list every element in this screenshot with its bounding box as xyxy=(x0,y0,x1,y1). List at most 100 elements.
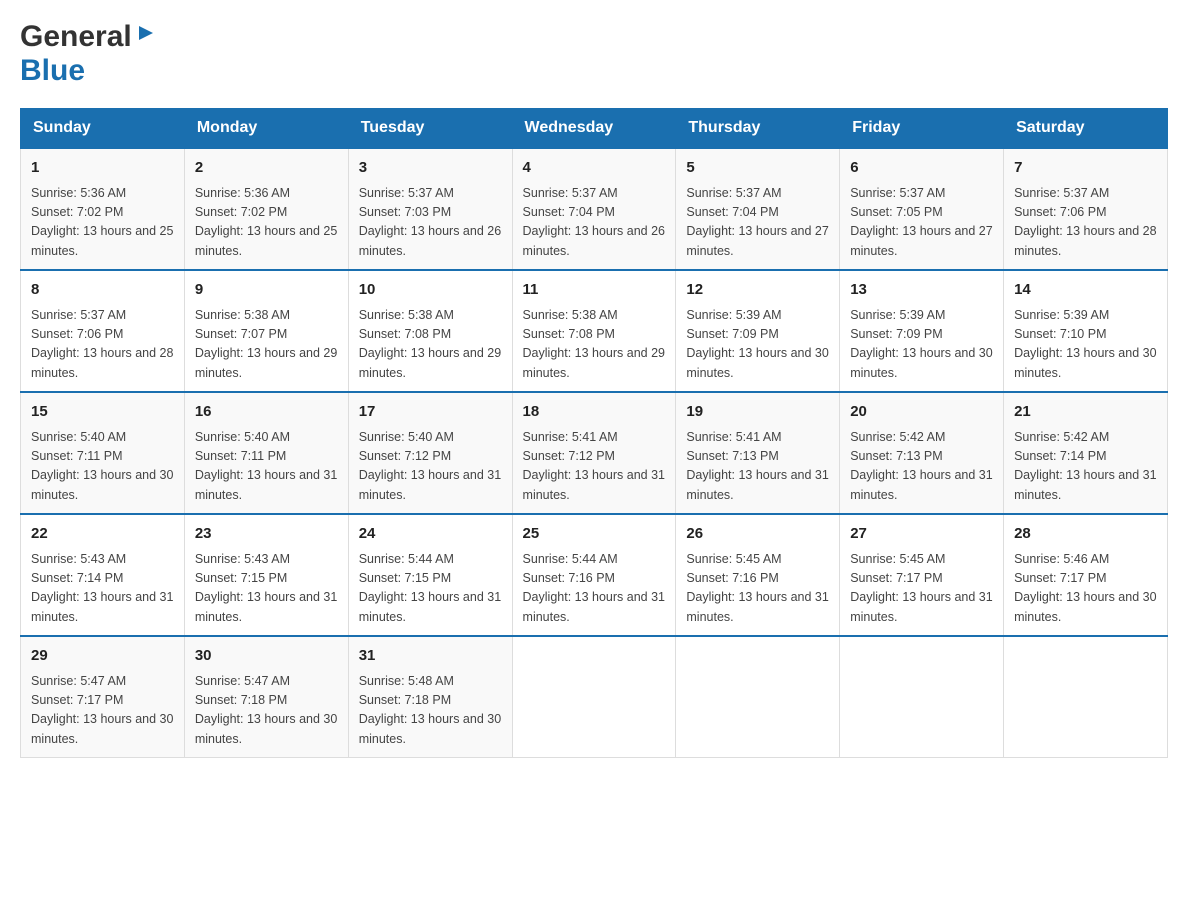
calendar-cell: 19 Sunrise: 5:41 AMSunset: 7:13 PMDayligh… xyxy=(676,392,840,514)
calendar-cell: 24 Sunrise: 5:44 AMSunset: 7:15 PMDayligh… xyxy=(348,514,512,636)
day-number: 3 xyxy=(359,157,502,180)
day-number: 20 xyxy=(850,401,993,424)
calendar-cell xyxy=(1004,636,1168,758)
day-number: 15 xyxy=(31,401,174,424)
day-info: Sunrise: 5:37 AMSunset: 7:04 PMDaylight:… xyxy=(523,184,666,262)
day-info: Sunrise: 5:36 AMSunset: 7:02 PMDaylight:… xyxy=(195,184,338,262)
day-info: Sunrise: 5:40 AMSunset: 7:11 PMDaylight:… xyxy=(31,428,174,506)
day-info: Sunrise: 5:41 AMSunset: 7:12 PMDaylight:… xyxy=(523,428,666,506)
calendar-cell: 2Sunrise: 5:36 AMSunset: 7:02 PMDaylight… xyxy=(184,148,348,270)
day-number: 17 xyxy=(359,401,502,424)
calendar-cell: 23 Sunrise: 5:43 AMSunset: 7:15 PMDayligh… xyxy=(184,514,348,636)
column-header-monday: Monday xyxy=(184,109,348,149)
day-number: 28 xyxy=(1014,523,1157,546)
day-number: 9 xyxy=(195,279,338,302)
day-info: Sunrise: 5:37 AMSunset: 7:06 PMDaylight:… xyxy=(1014,184,1157,262)
calendar-cell: 21 Sunrise: 5:42 AMSunset: 7:14 PMDayligh… xyxy=(1004,392,1168,514)
calendar-body: 1 Sunrise: 5:36 AMSunset: 7:02 PMDaylight… xyxy=(21,148,1168,758)
calendar-cell: 29 Sunrise: 5:47 AMSunset: 7:17 PMDayligh… xyxy=(21,636,185,758)
day-info: Sunrise: 5:46 AMSunset: 7:17 PMDaylight:… xyxy=(1014,550,1157,628)
day-info: Sunrise: 5:39 AMSunset: 7:09 PMDaylight:… xyxy=(850,306,993,384)
calendar-cell: 27 Sunrise: 5:45 AMSunset: 7:17 PMDayligh… xyxy=(840,514,1004,636)
calendar-cell: 7 Sunrise: 5:37 AMSunset: 7:06 PMDaylight… xyxy=(1004,148,1168,270)
column-header-sunday: Sunday xyxy=(21,109,185,149)
day-info: Sunrise: 5:39 AMSunset: 7:09 PMDaylight:… xyxy=(686,306,829,384)
column-header-friday: Friday xyxy=(840,109,1004,149)
day-info: Sunrise: 5:42 AMSunset: 7:14 PMDaylight:… xyxy=(1014,428,1157,506)
day-number: 10 xyxy=(359,279,502,302)
day-info: Sunrise: 5:38 AMSunset: 7:08 PMDaylight:… xyxy=(359,306,502,384)
day-number: 21 xyxy=(1014,401,1157,424)
day-info: Sunrise: 5:47 AMSunset: 7:18 PMDaylight:… xyxy=(195,672,338,750)
day-info: Sunrise: 5:43 AMSunset: 7:15 PMDaylight:… xyxy=(195,550,338,628)
week-row-1: 1 Sunrise: 5:36 AMSunset: 7:02 PMDaylight… xyxy=(21,148,1168,270)
calendar-cell: 18 Sunrise: 5:41 AMSunset: 7:12 PMDayligh… xyxy=(512,392,676,514)
day-number: 4 xyxy=(523,157,666,180)
day-number: 24 xyxy=(359,523,502,546)
logo-arrow-icon xyxy=(135,22,157,49)
day-number: 6 xyxy=(850,157,993,180)
day-info: Sunrise: 5:45 AMSunset: 7:16 PMDaylight:… xyxy=(686,550,829,628)
day-info: Sunrise: 5:37 AMSunset: 7:06 PMDaylight:… xyxy=(31,306,174,384)
calendar-cell: 11Sunrise: 5:38 AMSunset: 7:08 PMDayligh… xyxy=(512,270,676,392)
day-info: Sunrise: 5:38 AMSunset: 7:07 PMDaylight:… xyxy=(195,306,338,384)
day-number: 12 xyxy=(686,279,829,302)
week-row-5: 29 Sunrise: 5:47 AMSunset: 7:17 PMDayligh… xyxy=(21,636,1168,758)
calendar-cell xyxy=(512,636,676,758)
day-info: Sunrise: 5:37 AMSunset: 7:03 PMDaylight:… xyxy=(359,184,502,262)
day-number: 7 xyxy=(1014,157,1157,180)
logo: General Blue xyxy=(20,20,157,88)
day-number: 18 xyxy=(523,401,666,424)
day-number: 26 xyxy=(686,523,829,546)
day-number: 27 xyxy=(850,523,993,546)
day-number: 1 xyxy=(31,157,174,180)
calendar-header: SundayMondayTuesdayWednesdayThursdayFrid… xyxy=(21,109,1168,149)
week-row-2: 8Sunrise: 5:37 AMSunset: 7:06 PMDaylight… xyxy=(21,270,1168,392)
week-row-3: 15 Sunrise: 5:40 AMSunset: 7:11 PMDayligh… xyxy=(21,392,1168,514)
day-info: Sunrise: 5:38 AMSunset: 7:08 PMDaylight:… xyxy=(523,306,666,384)
day-info: Sunrise: 5:48 AMSunset: 7:18 PMDaylight:… xyxy=(359,672,502,750)
logo-general-text: General xyxy=(20,20,132,54)
logo-blue-text: Blue xyxy=(20,54,85,87)
calendar-cell: 17 Sunrise: 5:40 AMSunset: 7:12 PMDayligh… xyxy=(348,392,512,514)
day-number: 25 xyxy=(523,523,666,546)
day-info: Sunrise: 5:44 AMSunset: 7:16 PMDaylight:… xyxy=(523,550,666,628)
day-info: Sunrise: 5:45 AMSunset: 7:17 PMDaylight:… xyxy=(850,550,993,628)
calendar-cell: 31 Sunrise: 5:48 AMSunset: 7:18 PMDayligh… xyxy=(348,636,512,758)
calendar-cell: 9 Sunrise: 5:38 AMSunset: 7:07 PMDaylight… xyxy=(184,270,348,392)
day-info: Sunrise: 5:41 AMSunset: 7:13 PMDaylight:… xyxy=(686,428,829,506)
calendar-cell: 4 Sunrise: 5:37 AMSunset: 7:04 PMDaylight… xyxy=(512,148,676,270)
calendar-cell: 15 Sunrise: 5:40 AMSunset: 7:11 PMDayligh… xyxy=(21,392,185,514)
day-number: 30 xyxy=(195,645,338,668)
day-info: Sunrise: 5:36 AMSunset: 7:02 PMDaylight:… xyxy=(31,184,174,262)
week-row-4: 22Sunrise: 5:43 AMSunset: 7:14 PMDayligh… xyxy=(21,514,1168,636)
calendar-cell: 30 Sunrise: 5:47 AMSunset: 7:18 PMDayligh… xyxy=(184,636,348,758)
calendar-cell: 26 Sunrise: 5:45 AMSunset: 7:16 PMDayligh… xyxy=(676,514,840,636)
calendar-table: SundayMondayTuesdayWednesdayThursdayFrid… xyxy=(20,108,1168,758)
calendar-cell: 16Sunrise: 5:40 AMSunset: 7:11 PMDayligh… xyxy=(184,392,348,514)
column-header-thursday: Thursday xyxy=(676,109,840,149)
day-number: 13 xyxy=(850,279,993,302)
day-info: Sunrise: 5:44 AMSunset: 7:15 PMDaylight:… xyxy=(359,550,502,628)
day-info: Sunrise: 5:39 AMSunset: 7:10 PMDaylight:… xyxy=(1014,306,1157,384)
day-info: Sunrise: 5:47 AMSunset: 7:17 PMDaylight:… xyxy=(31,672,174,750)
calendar-cell: 13 Sunrise: 5:39 AMSunset: 7:09 PMDayligh… xyxy=(840,270,1004,392)
calendar-cell: 8Sunrise: 5:37 AMSunset: 7:06 PMDaylight… xyxy=(21,270,185,392)
calendar-cell: 12 Sunrise: 5:39 AMSunset: 7:09 PMDayligh… xyxy=(676,270,840,392)
calendar-cell: 3 Sunrise: 5:37 AMSunset: 7:03 PMDaylight… xyxy=(348,148,512,270)
day-info: Sunrise: 5:37 AMSunset: 7:04 PMDaylight:… xyxy=(686,184,829,262)
day-number: 23 xyxy=(195,523,338,546)
day-info: Sunrise: 5:37 AMSunset: 7:05 PMDaylight:… xyxy=(850,184,993,262)
day-info: Sunrise: 5:40 AMSunset: 7:12 PMDaylight:… xyxy=(359,428,502,506)
day-number: 31 xyxy=(359,645,502,668)
day-info: Sunrise: 5:42 AMSunset: 7:13 PMDaylight:… xyxy=(850,428,993,506)
calendar-cell: 6 Sunrise: 5:37 AMSunset: 7:05 PMDaylight… xyxy=(840,148,1004,270)
column-header-saturday: Saturday xyxy=(1004,109,1168,149)
day-number: 19 xyxy=(686,401,829,424)
calendar-cell: 25 Sunrise: 5:44 AMSunset: 7:16 PMDayligh… xyxy=(512,514,676,636)
day-info: Sunrise: 5:43 AMSunset: 7:14 PMDaylight:… xyxy=(31,550,174,628)
day-number: 29 xyxy=(31,645,174,668)
day-number: 5 xyxy=(686,157,829,180)
calendar-cell: 14Sunrise: 5:39 AMSunset: 7:10 PMDayligh… xyxy=(1004,270,1168,392)
calendar-cell: 1 Sunrise: 5:36 AMSunset: 7:02 PMDaylight… xyxy=(21,148,185,270)
